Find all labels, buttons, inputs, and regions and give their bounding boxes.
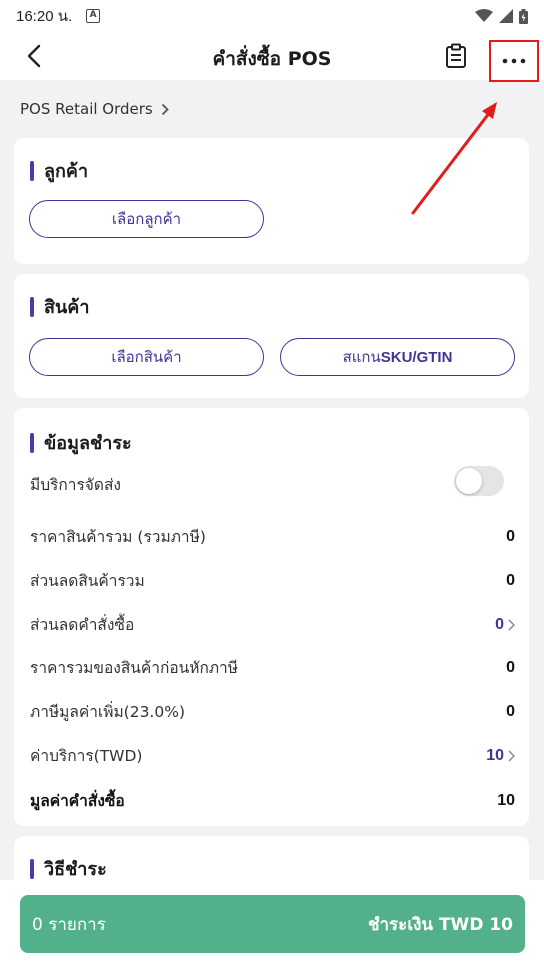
order-total-row: มูลค่าคำสั่งซื้อ 10 <box>30 788 515 813</box>
row-value: 0 <box>495 615 504 633</box>
row-label: ราคาสินค้ารวม (รวมภาษี) <box>30 528 206 546</box>
scan-code-label: SKU/GTIN <box>380 348 453 366</box>
products-title: สินค้า <box>44 297 90 318</box>
customer-card: ลูกค้า เลือกลูกค้า <box>14 138 529 264</box>
delivery-row: มีบริการจัดส่ง <box>30 472 515 497</box>
breadcrumb[interactable]: POS Retail Orders <box>20 100 169 118</box>
row-value: 0 <box>506 658 515 676</box>
products-section-title: สินค้า <box>30 292 89 321</box>
row-label: ราคารวมของสินค้าก่อนหักภาษี <box>30 659 238 677</box>
customer-title: ลูกค้า <box>44 161 89 182</box>
products-card: สินค้า เลือกสินค้า สแกน SKU/GTIN <box>14 274 529 398</box>
select-customer-label: เลือกลูกค้า <box>111 210 182 228</box>
service-fee-value[interactable]: 10 <box>486 747 515 765</box>
row-value: 0 <box>506 571 515 589</box>
payment-info-section-title: ข้อมูลชำระ <box>30 428 132 457</box>
summary-row: ส่วนลดสินค้ารวม 0 <box>30 568 515 593</box>
chevron-right-icon <box>508 618 515 631</box>
payment-info-title: ข้อมูลชำระ <box>44 433 132 454</box>
payment-method-section-title: วิธีชำระ <box>30 854 107 883</box>
summary-row: ราคาสินค้ารวม (รวมภาษี) 0 <box>30 524 515 549</box>
pay-button[interactable]: 0 รายการ ชำระเงิน TWD 10 <box>20 895 525 953</box>
signal-icon <box>499 9 513 23</box>
section-accent-bar <box>30 160 34 181</box>
order-discount-value[interactable]: 0 <box>495 616 515 634</box>
row-value: 10 <box>486 746 504 764</box>
delivery-label: มีบริการจัดส่ง <box>30 476 121 494</box>
row-label: ส่วนลดสินค้ารวม <box>30 572 145 590</box>
select-customer-button[interactable]: เลือกลูกค้า <box>29 200 264 238</box>
delivery-toggle[interactable] <box>454 466 504 496</box>
more-horizontal-icon <box>502 58 526 64</box>
order-list-button[interactable] <box>442 42 470 70</box>
row-label: ภาษีมูลค่าเพิ่ม(23.0%) <box>30 703 185 721</box>
row-value: 0 <box>506 702 515 720</box>
scan-sku-button[interactable]: สแกน SKU/GTIN <box>280 338 515 376</box>
select-product-label: เลือกสินค้า <box>111 348 182 366</box>
summary-row: ราคารวมของสินค้าก่อนหักภาษี 0 <box>30 655 515 680</box>
order-discount-row[interactable]: ส่วนลดคำสั่งซื้อ 0 <box>30 612 515 637</box>
row-value: 0 <box>506 527 515 545</box>
row-label: ส่วนลดคำสั่งซื้อ <box>30 616 135 634</box>
chevron-right-icon <box>161 103 169 115</box>
row-label: มูลค่าคำสั่งซื้อ <box>30 792 125 810</box>
pay-label: ชำระเงิน TWD 10 <box>367 914 513 935</box>
scan-prefix-label: สแกน <box>342 348 381 366</box>
chevron-right-icon <box>508 749 515 762</box>
section-accent-bar <box>30 296 34 317</box>
toggle-knob <box>456 468 482 494</box>
payment-method-title: วิธีชำระ <box>44 859 107 880</box>
battery-icon <box>519 8 528 24</box>
more-options-button[interactable] <box>489 40 539 82</box>
row-label: ค่าบริการ(TWD) <box>30 747 143 765</box>
customer-section-title: ลูกค้า <box>30 156 88 185</box>
keyboard-a-icon: A <box>86 9 101 23</box>
breadcrumb-label: POS Retail Orders <box>20 100 153 118</box>
status-time: 16:20 น. <box>16 8 73 25</box>
row-value: 10 <box>497 791 515 809</box>
wifi-icon <box>475 9 493 22</box>
select-product-button[interactable]: เลือกสินค้า <box>29 338 264 376</box>
chevron-left-icon <box>27 44 41 68</box>
back-button[interactable] <box>20 42 48 70</box>
section-accent-bar <box>30 432 34 453</box>
clipboard-icon <box>446 43 466 68</box>
status-icons <box>475 8 528 24</box>
app-header: คำสั่งซื้อ POS <box>0 32 544 82</box>
status-bar: 16:20 น. A <box>0 0 544 32</box>
section-accent-bar <box>30 858 34 879</box>
service-fee-row[interactable]: ค่าบริการ(TWD) 10 <box>30 743 515 768</box>
summary-row: ภาษีมูลค่าเพิ่ม(23.0%) 0 <box>30 699 515 724</box>
item-count: 0 รายการ <box>32 914 106 935</box>
